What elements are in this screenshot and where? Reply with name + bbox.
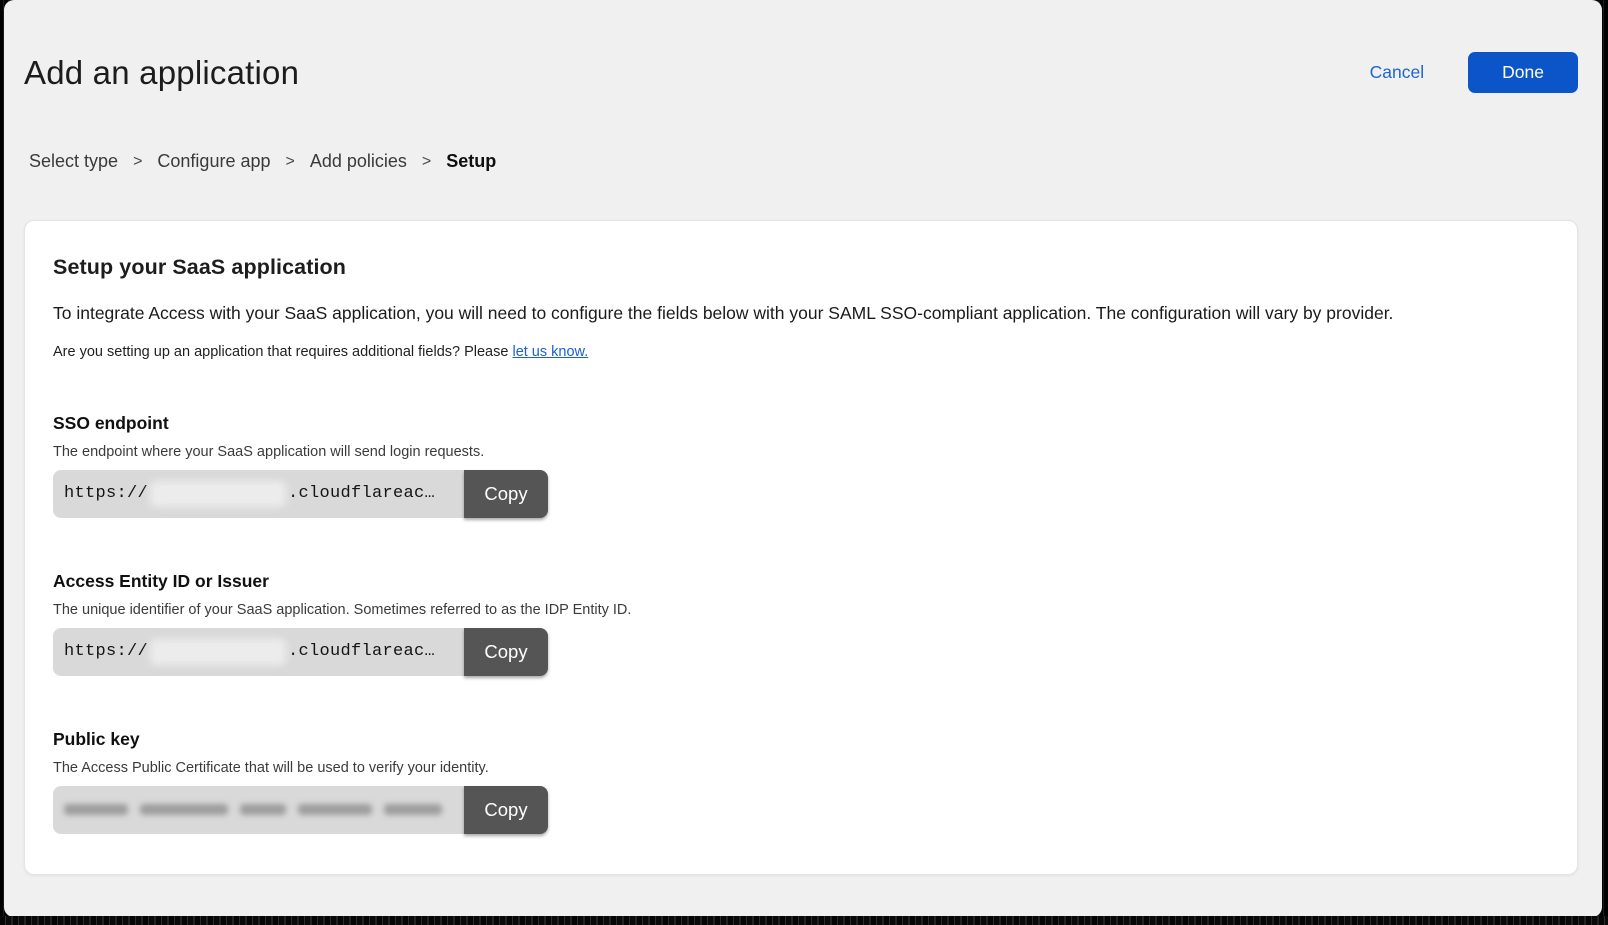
field-description: The endpoint where your SaaS application… — [53, 444, 1549, 460]
add-application-window: Add an application Cancel Done Select ty… — [4, 0, 1602, 917]
screen-background: Add an application Cancel Done Select ty… — [0, 0, 1608, 925]
copy-button[interactable]: Copy — [464, 470, 548, 518]
field-sso-endpoint: SSO endpoint The endpoint where your Saa… — [53, 413, 1549, 518]
card-title: Setup your SaaS application — [53, 255, 1549, 280]
breadcrumb-separator: > — [422, 153, 431, 171]
note-text: Are you setting up an application that r… — [53, 344, 508, 360]
field-description: The Access Public Certificate that will … — [53, 760, 1549, 776]
sso-endpoint-value: https:// .cloudflareac… — [53, 470, 464, 518]
done-button[interactable]: Done — [1468, 52, 1578, 93]
cancel-button[interactable]: Cancel — [1370, 62, 1424, 83]
redacted-text — [384, 804, 442, 815]
public-key-value — [53, 786, 464, 834]
copy-button[interactable]: Copy — [464, 628, 548, 676]
breadcrumb-separator: > — [286, 153, 295, 171]
breadcrumb-separator: > — [133, 153, 142, 171]
header-actions: Cancel Done — [1370, 52, 1578, 93]
access-entity-id-value: https:// .cloudflareac… — [53, 628, 464, 676]
field-value-row: https:// .cloudflareac… Copy — [53, 628, 1549, 676]
field-description: The unique identifier of your SaaS appli… — [53, 602, 1549, 618]
field-value-row: Copy — [53, 786, 1549, 834]
field-label: SSO endpoint — [53, 413, 1549, 434]
value-suffix: .cloudflareac… — [288, 484, 435, 503]
setup-card: Setup your SaaS application To integrate… — [24, 220, 1578, 875]
redacted-text — [298, 804, 372, 815]
redacted-text — [240, 804, 286, 815]
field-label: Access Entity ID or Issuer — [53, 571, 1549, 592]
field-label: Public key — [53, 729, 1549, 750]
card-intro: To integrate Access with your SaaS appli… — [53, 303, 1549, 325]
breadcrumb-item-add-policies[interactable]: Add policies — [310, 151, 407, 172]
window-header: Add an application Cancel Done — [24, 52, 1578, 93]
copy-button[interactable]: Copy — [464, 786, 548, 834]
redacted-text — [150, 481, 286, 507]
value-suffix: .cloudflareac… — [288, 642, 435, 661]
breadcrumb-item-configure-app[interactable]: Configure app — [157, 151, 270, 172]
field-value-row: https:// .cloudflareac… Copy — [53, 470, 1549, 518]
value-prefix: https:// — [64, 642, 148, 661]
page-title: Add an application — [24, 54, 299, 92]
card-note: Are you setting up an application that r… — [53, 344, 1549, 360]
background-noise-strip — [0, 916, 1608, 925]
field-access-entity-id: Access Entity ID or Issuer The unique id… — [53, 571, 1549, 676]
redacted-text — [140, 804, 228, 815]
breadcrumb-item-select-type[interactable]: Select type — [29, 151, 118, 172]
breadcrumb: Select type > Configure app > Add polici… — [29, 151, 1578, 172]
field-public-key: Public key The Access Public Certificate… — [53, 729, 1549, 834]
let-us-know-link[interactable]: let us know. — [512, 344, 588, 360]
redacted-text — [64, 804, 128, 815]
breadcrumb-item-setup: Setup — [446, 151, 496, 172]
value-prefix: https:// — [64, 484, 148, 503]
redacted-text — [150, 639, 286, 665]
